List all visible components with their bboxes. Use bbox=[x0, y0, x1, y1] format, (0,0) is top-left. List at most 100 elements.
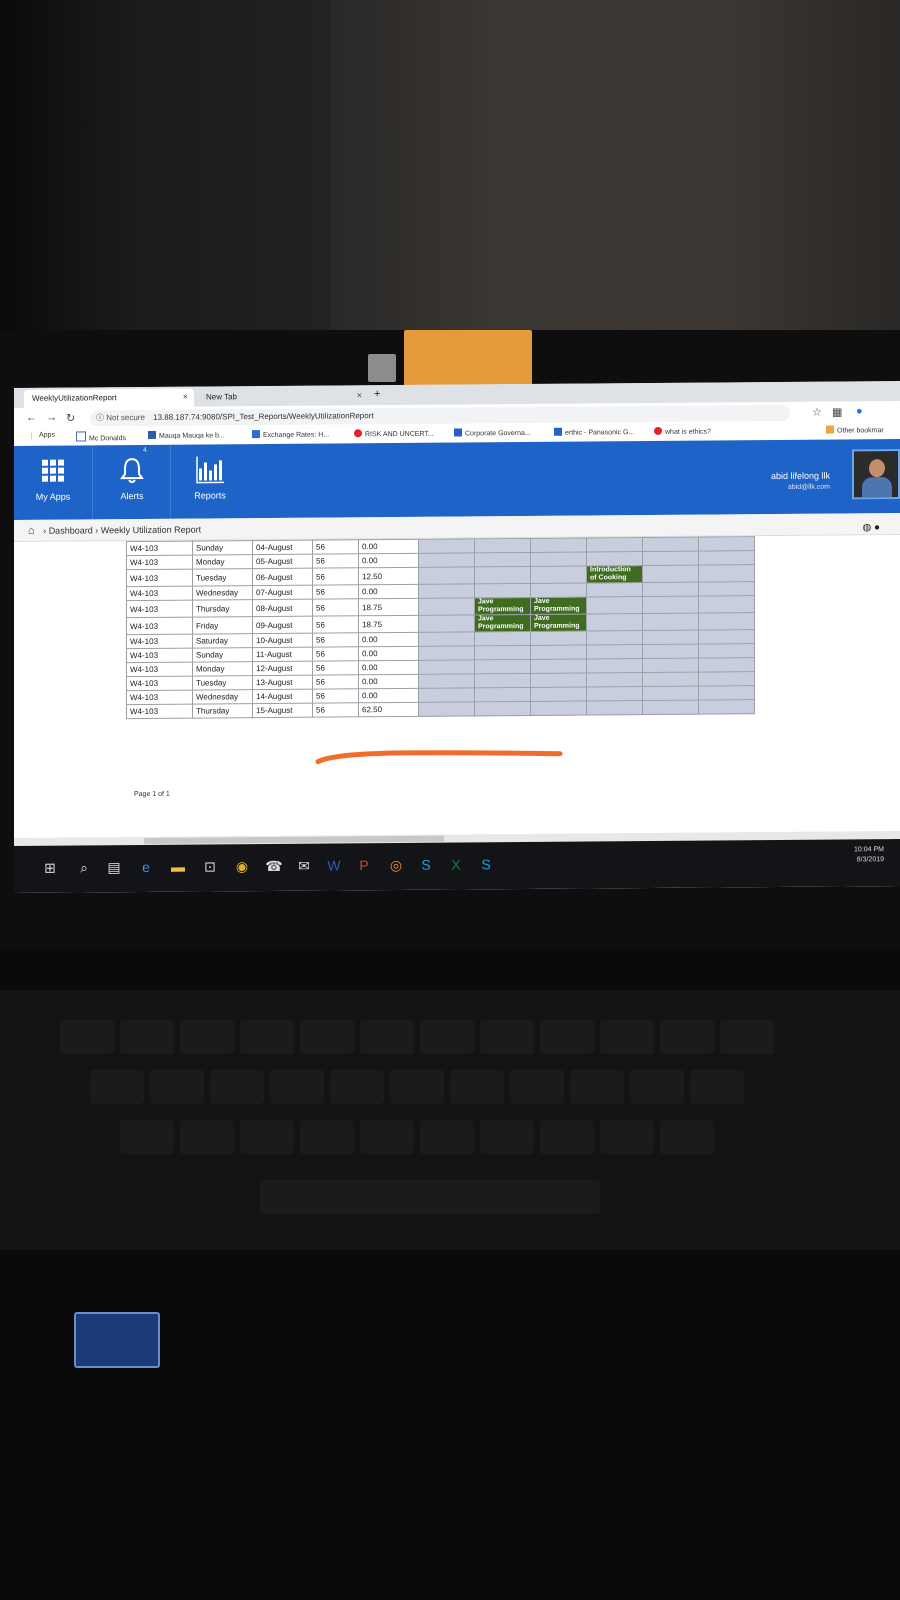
store-icon[interactable]: ⊡ bbox=[200, 856, 220, 876]
page-icon bbox=[76, 431, 86, 442]
tab-new[interactable]: New Tab × bbox=[198, 387, 368, 406]
schedule-slot bbox=[474, 659, 531, 674]
cell-hours: 0.00 bbox=[358, 632, 419, 647]
bookmark-label: Apps bbox=[39, 431, 55, 439]
cell-capacity: 56 bbox=[312, 598, 359, 617]
cell-room: W4-103 bbox=[126, 662, 193, 677]
schedule-slot bbox=[698, 643, 755, 659]
schedule-slot bbox=[418, 597, 475, 616]
bookmark-apps[interactable]: ⋮ Apps bbox=[28, 432, 55, 440]
bookmark-exchange-rates[interactable]: Exchange Rates: H... bbox=[252, 430, 329, 440]
file-explorer-icon[interactable]: ▬ bbox=[168, 857, 188, 877]
bookmark-corporate[interactable]: Corporate Governa... bbox=[454, 428, 531, 438]
info-icon[interactable]: ⓘ bbox=[96, 413, 104, 422]
avatar[interactable] bbox=[852, 449, 900, 500]
breadcrumb-dashboard[interactable]: Dashboard bbox=[49, 525, 93, 535]
powerpoint-icon[interactable]: P bbox=[354, 855, 374, 875]
bell-icon bbox=[120, 458, 144, 484]
skype-icon[interactable]: S bbox=[416, 855, 436, 875]
back-icon[interactable]: ← bbox=[26, 412, 37, 424]
keyboard-key bbox=[210, 1070, 264, 1104]
keyboard-key bbox=[690, 1070, 744, 1104]
schedule-slot bbox=[642, 672, 699, 687]
breadcrumb-current: Weekly Utilization Report bbox=[100, 524, 202, 536]
cell-day: Tuesday bbox=[192, 675, 253, 691]
keyboard-key bbox=[360, 1020, 414, 1054]
skype-business-icon[interactable]: S bbox=[476, 854, 496, 874]
home-icon[interactable]: ⌂ bbox=[28, 525, 35, 537]
schedule-slot bbox=[642, 565, 699, 583]
cell-room: W4-103 bbox=[126, 617, 193, 635]
edge-icon[interactable]: e bbox=[136, 857, 156, 877]
schedule-slot bbox=[586, 596, 643, 615]
close-icon[interactable]: × bbox=[183, 392, 188, 402]
cell-room: W4-103 bbox=[126, 690, 193, 705]
excel-icon[interactable]: X bbox=[446, 854, 466, 874]
new-tab-button[interactable]: + bbox=[370, 387, 390, 405]
schedule-slot bbox=[698, 671, 755, 687]
my-apps-button[interactable]: My Apps bbox=[14, 445, 92, 520]
star-icon[interactable]: ☆ bbox=[812, 406, 822, 419]
schedule-slot bbox=[586, 644, 643, 660]
word-icon[interactable]: W bbox=[324, 855, 344, 875]
bookmark-other[interactable]: Other bookmar bbox=[826, 425, 884, 435]
system-tray-clock[interactable]: 10:04 PM 8/3/2019 bbox=[854, 845, 884, 865]
chrome-icon[interactable]: ◉ bbox=[232, 856, 252, 876]
bookmark-mc-donalds[interactable]: Mc Donalds bbox=[76, 431, 126, 442]
schedule-slot bbox=[642, 700, 699, 715]
schedule-slot bbox=[418, 687, 475, 703]
cell-hours: 12.50 bbox=[358, 567, 419, 585]
cell-day: Monday bbox=[192, 554, 253, 570]
p-icon bbox=[554, 427, 562, 436]
schedule-slot bbox=[642, 644, 699, 659]
origin-icon[interactable]: ◎ bbox=[386, 855, 406, 875]
profile-icon[interactable]: ● bbox=[856, 405, 863, 417]
webcam bbox=[368, 354, 396, 382]
bookmark-ethics[interactable]: what is ethics? bbox=[654, 426, 711, 436]
schedule-slot bbox=[530, 566, 587, 584]
tab-weekly-utilization[interactable]: WeeklyUtilizationReport × bbox=[24, 388, 194, 408]
alerts-button[interactable]: 4 Alerts bbox=[92, 444, 171, 520]
close-icon[interactable]: × bbox=[357, 390, 362, 400]
alerts-badge: 4 bbox=[143, 446, 147, 454]
session-block: Jave Programming bbox=[530, 614, 587, 632]
keyboard-key bbox=[240, 1020, 294, 1054]
globe-icon[interactable]: ◍ bbox=[862, 522, 871, 533]
bookmark-label: Exchange Rates: H... bbox=[263, 431, 330, 440]
p-icon bbox=[454, 428, 462, 437]
keyboard-key bbox=[660, 1120, 714, 1154]
cell-capacity: 56 bbox=[312, 688, 359, 704]
bookmark-panasonic[interactable]: erthic - Panasonic G... bbox=[554, 427, 634, 437]
bookmark-risk[interactable]: RISK AND UNCERT... bbox=[354, 429, 434, 439]
reload-icon[interactable]: ↻ bbox=[66, 412, 75, 425]
bookmark-mauqa[interactable]: Mauqa Mauqa ke b... bbox=[148, 430, 225, 440]
page-icon bbox=[252, 430, 260, 439]
extension-icon[interactable]: ▦ bbox=[832, 405, 842, 418]
cell-day: Sunday bbox=[192, 540, 253, 556]
drop-icon[interactable]: ● bbox=[874, 522, 880, 533]
schedule-slot bbox=[586, 582, 643, 598]
nav-label: Reports bbox=[194, 490, 226, 501]
schedule-slot bbox=[698, 550, 755, 566]
schedule-slot bbox=[418, 673, 475, 689]
user-info[interactable]: abid lifelong llk abid@llk.com bbox=[771, 470, 830, 494]
phone-icon[interactable]: ☎ bbox=[264, 856, 284, 876]
keyboard-key bbox=[660, 1020, 714, 1054]
schedule-slot bbox=[642, 551, 699, 566]
keyboard-key bbox=[240, 1120, 294, 1154]
schedule-slot bbox=[418, 631, 475, 647]
url-field[interactable]: ⓘ Not secure 13.88.187.74:9080/SPI_Test_… bbox=[90, 404, 790, 427]
windows-icon[interactable]: ⊞ bbox=[40, 858, 60, 878]
schedule-slot bbox=[586, 537, 643, 553]
url-text: 13.88.187.74:9080/SPI_Test_Reports/Weekl… bbox=[153, 411, 374, 422]
cell-capacity: 56 bbox=[312, 539, 359, 555]
cell-day: Tuesday bbox=[192, 568, 253, 587]
task-view-icon[interactable]: ▤ bbox=[104, 857, 124, 877]
keyboard-key bbox=[720, 1020, 774, 1054]
cell-date: 15-August bbox=[252, 703, 313, 718]
mail-icon[interactable]: ✉ bbox=[294, 856, 314, 876]
schedule-slot bbox=[642, 686, 699, 701]
reports-button[interactable]: Reports bbox=[170, 444, 249, 519]
search-icon[interactable]: ⌕ bbox=[74, 857, 94, 877]
forward-icon[interactable]: → bbox=[46, 412, 57, 424]
